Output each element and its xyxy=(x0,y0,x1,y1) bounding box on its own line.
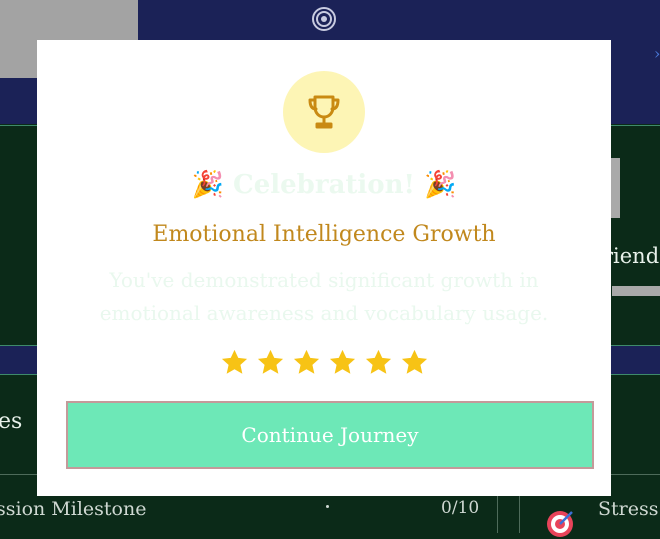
achievement-title: Emotional Intelligence Growth xyxy=(152,222,496,247)
milestone-count: 0/10 xyxy=(441,498,480,518)
target-icon[interactable] xyxy=(311,6,337,32)
star-icon xyxy=(221,349,247,374)
section-label-partial: es xyxy=(0,409,23,434)
nav-arrow-icon[interactable]: › xyxy=(654,44,660,63)
achievement-description: You've demonstrated significant growth i… xyxy=(99,268,549,325)
star-rating xyxy=(37,348,611,377)
progress-dot xyxy=(326,505,329,508)
celebration-heading: 🎉 Celebration! 🎉 xyxy=(37,170,611,200)
celebration-modal: 🎉 Celebration! 🎉 Emotional Intelligence … xyxy=(37,40,611,496)
trophy-badge xyxy=(283,71,365,153)
party-popper-icon: 🎉 xyxy=(424,170,457,200)
trophy-icon xyxy=(308,95,340,129)
star-icon xyxy=(293,349,319,374)
celebration-heading-text: Celebration! xyxy=(233,170,415,200)
milestone-label: ssion Milestone xyxy=(0,498,147,520)
continue-journey-button[interactable]: Continue Journey xyxy=(66,401,594,469)
party-popper-icon: 🎉 xyxy=(191,170,224,200)
dartboard-icon xyxy=(547,511,573,537)
star-icon xyxy=(401,349,427,374)
friends-label-partial: riend xyxy=(603,244,660,268)
star-icon xyxy=(329,349,355,374)
star-icon xyxy=(257,349,283,374)
side-progress-strip xyxy=(612,286,660,296)
star-icon xyxy=(365,349,391,374)
stress-label: Stress xyxy=(598,498,659,520)
